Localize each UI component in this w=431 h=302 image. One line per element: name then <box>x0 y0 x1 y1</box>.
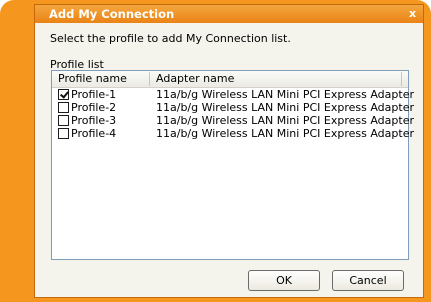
profile-name: Profile-2 <box>71 101 117 114</box>
profile-name: Profile-1 <box>71 88 117 101</box>
adapter-name: 11a/b/g Wireless LAN Mini PCI Express Ad… <box>156 127 414 140</box>
cancel-button[interactable]: Cancel <box>332 270 404 291</box>
list-item[interactable]: Profile-4 11a/b/g Wireless LAN Mini PCI … <box>52 127 414 140</box>
adapter-name: 11a/b/g Wireless LAN Mini PCI Express Ad… <box>156 101 414 114</box>
instruction-text: Select the profile to add My Connection … <box>50 32 291 45</box>
title-bar: Add My Connection x <box>35 5 423 23</box>
checkbox-icon[interactable] <box>58 102 69 113</box>
add-my-connection-dialog: Add My Connection x Select the profile t… <box>34 4 424 298</box>
checkbox-icon[interactable] <box>58 115 69 126</box>
column-header-profile-name[interactable]: Profile name <box>52 72 150 86</box>
dialog-title: Add My Connection <box>49 7 175 21</box>
close-icon[interactable]: x <box>406 7 419 20</box>
checkbox-icon[interactable] <box>58 89 69 100</box>
column-header-adapter-name[interactable]: Adapter name <box>150 72 402 86</box>
list-item[interactable]: Profile-1 11a/b/g Wireless LAN Mini PCI … <box>52 88 414 101</box>
profile-name: Profile-4 <box>71 127 117 140</box>
adapter-name: 11a/b/g Wireless LAN Mini PCI Express Ad… <box>156 114 414 127</box>
profile-list[interactable]: Profile name Adapter name Profile-1 11a/… <box>51 70 414 260</box>
checkbox-icon[interactable] <box>58 128 69 139</box>
profile-name: Profile-3 <box>71 114 117 127</box>
list-item[interactable]: Profile-2 11a/b/g Wireless LAN Mini PCI … <box>52 101 414 114</box>
ok-button[interactable]: OK <box>248 270 320 291</box>
list-header: Profile name Adapter name <box>52 71 408 88</box>
list-item[interactable]: Profile-3 11a/b/g Wireless LAN Mini PCI … <box>52 114 414 127</box>
list-rows: Profile-1 11a/b/g Wireless LAN Mini PCI … <box>52 88 414 140</box>
adapter-name: 11a/b/g Wireless LAN Mini PCI Express Ad… <box>156 88 414 101</box>
